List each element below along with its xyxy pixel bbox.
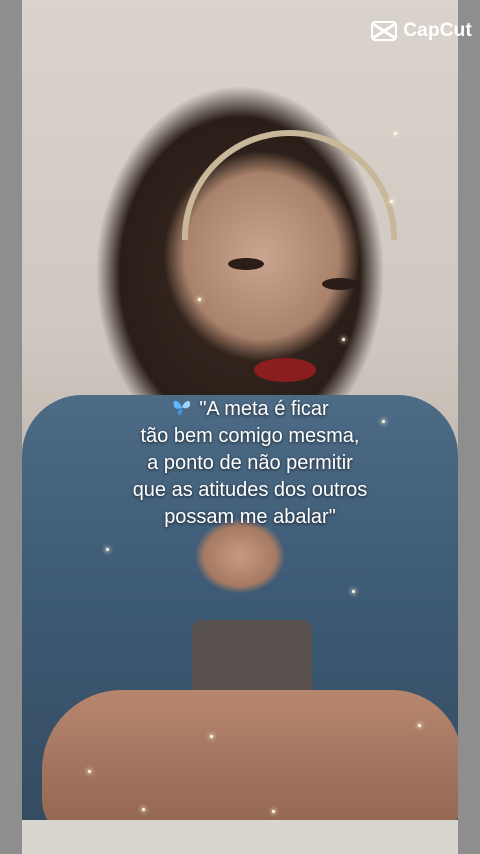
sparkle	[142, 808, 145, 811]
brand-name: CapCut	[403, 20, 472, 41]
sparkle	[106, 548, 109, 551]
caption-line-4: que as atitudes dos outros	[132, 479, 368, 501]
caption-line-3: a ponto de não permitir	[147, 452, 353, 474]
sparkle	[418, 724, 421, 727]
sparkle	[210, 735, 213, 738]
sparkle	[390, 200, 393, 203]
capcut-logo-icon	[371, 21, 398, 41]
sparkle	[342, 338, 345, 341]
caption-line-2: tão bem comigo mesma,	[140, 425, 360, 447]
sparkle	[272, 810, 275, 813]
headband	[182, 130, 397, 240]
right-eye	[322, 278, 358, 290]
caption-line-1: "A meta é ficar	[60, 396, 440, 423]
sparkle	[88, 770, 91, 773]
butterfly-icon	[173, 400, 191, 415]
table-edge	[22, 820, 458, 854]
sparkle	[394, 132, 397, 135]
lips	[254, 358, 316, 382]
caption-line-5: possam me abalar"	[164, 506, 336, 528]
sparkle	[352, 590, 355, 593]
capcut-watermark: CapCut	[371, 20, 472, 42]
quote-caption: "A meta é ficar tão bem comigo mesma, a …	[60, 396, 440, 531]
left-eye	[228, 258, 264, 270]
sparkle	[198, 298, 201, 301]
arm	[42, 690, 458, 840]
